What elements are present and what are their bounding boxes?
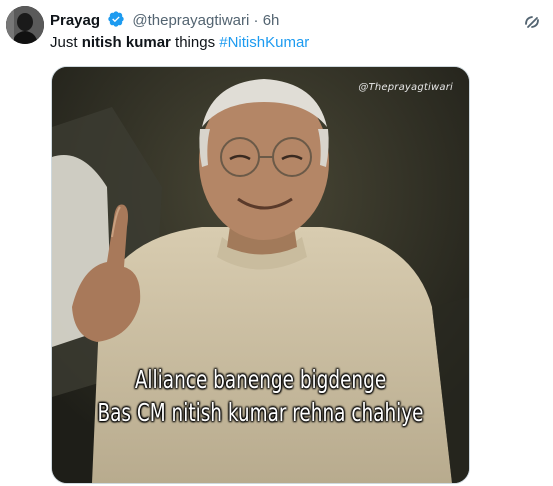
tweet-text-mid: things: [170, 34, 220, 51]
meme-caption-line2: Bas CM nitish kumar rehna chahiye: [97, 398, 424, 427]
verified-badge-icon[interactable]: [107, 10, 125, 34]
tweet-header: Prayag @theprayagtiwari · 6h: [50, 10, 279, 34]
author-name[interactable]: Prayag: [50, 12, 100, 29]
tweet-card[interactable]: Prayag @theprayagtiwari · 6h Just nitish…: [0, 0, 553, 486]
tweet-media-image[interactable]: @Theprayagtiwari Alliance banenge bigden…: [51, 66, 470, 484]
meme-caption-line1: Alliance banenge bigdenge: [134, 365, 387, 394]
separator-dot: ·: [253, 12, 259, 29]
author-handle[interactable]: @theprayagtiwari: [132, 12, 249, 29]
hashtag-link[interactable]: #NitishKumar: [219, 34, 309, 51]
tweet-time[interactable]: 6h: [263, 12, 280, 29]
tweet-text-bold: nitish kumar: [81, 34, 171, 51]
profile-avatar[interactable]: [6, 6, 44, 44]
avatar-image: [6, 6, 44, 44]
grok-icon[interactable]: [522, 12, 542, 32]
image-watermark: @Theprayagtiwari: [358, 82, 453, 93]
tweet-text-prefix: Just: [50, 34, 82, 51]
tweet-text: Just nitish kumar things #NitishKumar: [50, 33, 309, 53]
